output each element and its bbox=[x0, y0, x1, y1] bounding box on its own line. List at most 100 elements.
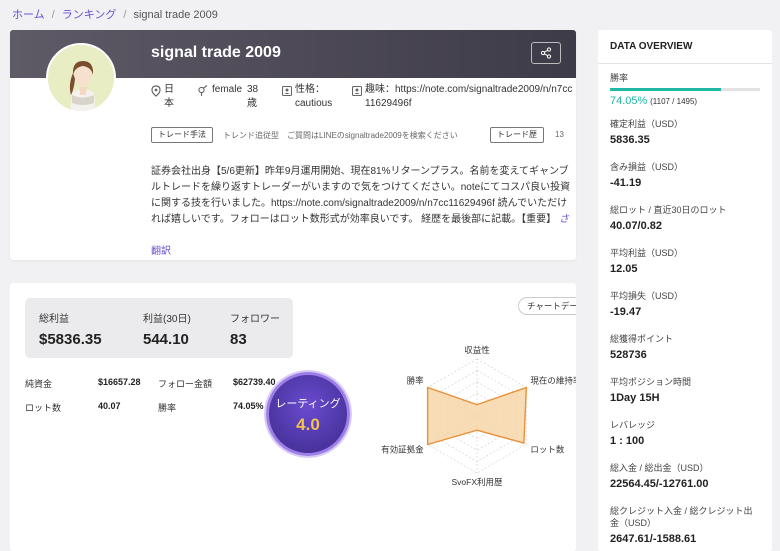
age: 38歳 bbox=[247, 83, 261, 111]
profile-card: signal trade 2009 日本 female 38歳 性格：cauti… bbox=[10, 30, 576, 260]
overview-list: 勝率 74.05% (1107 / 1495) 確定利益（USD） 5836.35… bbox=[598, 64, 772, 545]
overview-item: 総獲得ポイント 528736 bbox=[610, 325, 760, 368]
data-overview: DATA OVERVIEW 勝率 74.05% (1107 / 1495) 確定… bbox=[598, 30, 772, 551]
radar-axis-label: 勝率 bbox=[407, 376, 425, 386]
chart-data-button[interactable]: チャートデータ ? bbox=[518, 297, 576, 315]
radar-axis-label: ロット数 bbox=[530, 445, 565, 455]
share-icon bbox=[540, 47, 552, 59]
overview-label: 確定利益（USD） bbox=[610, 119, 684, 129]
description-text: 証券会社出身【5/6更新】昨年9月運用開始、現在81%リターンプラス。名前を変え… bbox=[151, 166, 571, 224]
profile-description: 証券会社出身【5/6更新】昨年9月運用開始、現在81%リターンプラス。名前を変え… bbox=[151, 164, 576, 224]
chart-data-label: チャートデータ bbox=[527, 301, 576, 311]
overview-label: 勝率 bbox=[610, 73, 629, 83]
radar-axis-label: SvoFX利用歴 bbox=[451, 477, 503, 487]
breadcrumb-home[interactable]: ホーム bbox=[12, 9, 45, 21]
overview-item: 含み損益（USD） -41.19 bbox=[610, 153, 760, 196]
win-rate-label: 勝率 bbox=[158, 403, 177, 413]
overview-title: DATA OVERVIEW bbox=[598, 30, 772, 64]
overview-item: レバレッジ 1 : 100 bbox=[610, 411, 760, 454]
overview-item: 平均損失（USD） -19.47 bbox=[610, 282, 760, 325]
age-text: 38歳 bbox=[247, 84, 259, 109]
country-text: 日本 bbox=[164, 84, 174, 109]
trade-style-tag[interactable]: トレード手法 bbox=[151, 127, 213, 143]
kpi-box: 総利益 $5836.35 利益(30日) 544.10 フォロワー 83 bbox=[25, 298, 293, 358]
kpi-label: フォロワー bbox=[230, 314, 280, 325]
breadcrumb-separator: / bbox=[51, 9, 55, 21]
overview-value: -19.47 bbox=[610, 306, 642, 318]
win-rate-row: 74.05% (1107 / 1495) bbox=[610, 95, 760, 107]
overview-label: レバレッジ bbox=[610, 420, 656, 430]
overview-label: 平均損失（USD） bbox=[610, 291, 684, 301]
lots-label: ロット数 bbox=[25, 403, 62, 413]
follow-amount-label: フォロー金額 bbox=[158, 379, 213, 389]
avatar bbox=[46, 43, 116, 113]
overview-value: 5836.35 bbox=[610, 134, 650, 146]
win-rate-bar bbox=[610, 88, 760, 91]
overview-item: 総ロット / 直近30日のロット 40.07/0.82 bbox=[610, 196, 760, 239]
id-card-icon bbox=[282, 85, 292, 97]
win-rate-value: 74.05% bbox=[233, 401, 264, 411]
hobby-text: 趣味：https://note.com/signaltrade2009/n/n7… bbox=[365, 84, 573, 109]
overview-label: 総入金 / 総出金（USD） bbox=[610, 463, 709, 473]
overview-value: 22564.45/-12761.00 bbox=[610, 478, 709, 490]
kpi-profit-30d: 利益(30日) 544.10 bbox=[143, 310, 191, 348]
overview-value: -41.19 bbox=[610, 177, 642, 189]
stats-card: 総利益 $5836.35 利益(30日) 544.10 フォロワー 83 純資金… bbox=[10, 283, 576, 551]
country: 日本 bbox=[151, 83, 176, 111]
overview-value: 1 : 100 bbox=[610, 435, 645, 447]
gender-text: female bbox=[212, 84, 243, 95]
breadcrumb-ranking[interactable]: ランキング bbox=[62, 9, 117, 21]
overview-value: 12.05 bbox=[610, 263, 638, 275]
hobby: 趣味：https://note.com/signaltrade2009/n/n7… bbox=[352, 83, 576, 111]
win-rate-percent: 74.05% bbox=[610, 95, 648, 107]
breadcrumb-current: signal trade 2009 bbox=[133, 9, 218, 21]
radar-axis-label: 有効証拠金 bbox=[381, 445, 424, 455]
share-button[interactable] bbox=[531, 42, 561, 64]
breadcrumb-separator: / bbox=[123, 9, 127, 21]
rating-badge: レーティング 4.0 bbox=[266, 372, 350, 456]
overview-label: 平均利益（USD） bbox=[610, 248, 684, 258]
overview-item: 平均ポジション時間 1Day 15H bbox=[610, 368, 760, 411]
trade-history-years: 13 bbox=[555, 130, 564, 139]
personality-text: 性格：cautious bbox=[295, 84, 333, 109]
overview-value: 2647.61/-1588.61 bbox=[610, 533, 697, 545]
overview-label: 総クレジット入金 / 総クレジット出金（USD） bbox=[610, 506, 753, 528]
kpi-value: 544.10 bbox=[143, 331, 189, 348]
kpi-total-profit: 総利益 $5836.35 bbox=[39, 310, 102, 348]
translate-link[interactable]: 翻訳 bbox=[151, 242, 171, 257]
trade-style-text: トレンド追従型 ご質問はLINEのsignaltrade2009を検索ください bbox=[223, 131, 458, 140]
overview-item: 確定利益（USD） 5836.35 bbox=[610, 110, 760, 153]
overview-item: 総入金 / 総出金（USD） 22564.45/-12761.00 bbox=[610, 454, 760, 497]
kpi-label: 利益(30日) bbox=[143, 314, 191, 325]
radar-axis-label: 収益性 bbox=[464, 345, 490, 355]
radar-chart: 収益性現在の維持率ロット数 SvoFX利用歴 有効証拠金 勝率 bbox=[381, 345, 576, 487]
kpi-followers: フォロワー 83 bbox=[230, 310, 280, 348]
overview-win-rate: 勝率 74.05% (1107 / 1495) bbox=[610, 64, 760, 110]
overview-label: 総獲得ポイント bbox=[610, 334, 674, 344]
kpi-label: 総利益 bbox=[39, 314, 69, 325]
win-rate-bar-fill bbox=[610, 88, 722, 91]
kpi-value: $5836.35 bbox=[39, 331, 102, 348]
rating-value: 4.0 bbox=[296, 415, 320, 434]
overview-value: 1Day 15H bbox=[610, 392, 660, 404]
radar-series-area bbox=[426, 386, 528, 446]
breadcrumb: ホーム / ランキング / signal trade 2009 bbox=[12, 6, 218, 22]
personality: 性格：cautious bbox=[282, 83, 341, 111]
overview-label: 総ロット / 直近30日のロット bbox=[610, 205, 727, 215]
avatar-illustration bbox=[48, 45, 114, 111]
kpi-value: 83 bbox=[230, 331, 247, 348]
lots-value: 40.07 bbox=[98, 401, 121, 411]
trader-name: signal trade 2009 bbox=[151, 44, 281, 61]
overview-item: 総クレジット入金 / 総クレジット出金（USD） 2647.61/-1588.61 bbox=[610, 497, 760, 545]
follow-amount-value: $62739.40 bbox=[233, 377, 276, 387]
location-icon bbox=[151, 85, 161, 97]
overview-value: 528736 bbox=[610, 349, 647, 361]
overview-label: 平均ポジション時間 bbox=[610, 377, 692, 387]
overview-label: 含み損益（USD） bbox=[610, 162, 684, 172]
equity-label: 純資金 bbox=[25, 379, 53, 389]
gender-icon bbox=[198, 85, 208, 96]
trade-history-tag[interactable]: トレード歴 bbox=[490, 127, 544, 143]
gender: female bbox=[197, 83, 242, 97]
equity-value: $16657.28 bbox=[98, 377, 141, 387]
radar-axis-label: 現在の維持率 bbox=[530, 376, 576, 386]
